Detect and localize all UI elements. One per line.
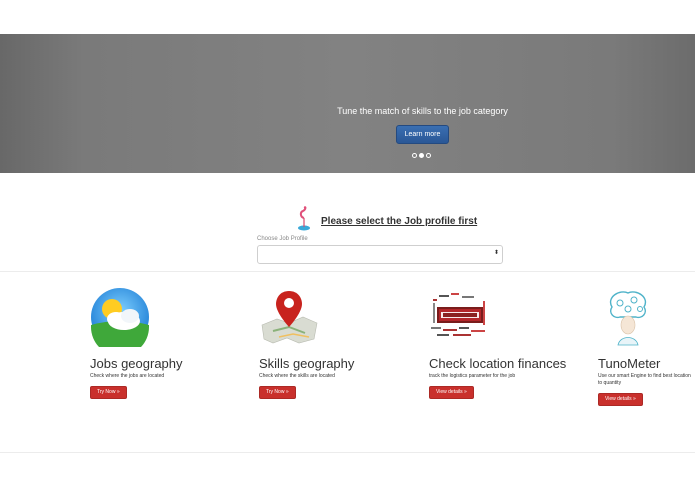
feature-title: Jobs geography	[90, 356, 183, 371]
job-profile-header: Please select the Job profile first	[297, 206, 477, 232]
select-arrows-icon: ⬍	[493, 250, 499, 256]
divider-top	[0, 271, 695, 272]
feature-title: Check location finances	[429, 356, 567, 371]
job-profile-label: Choose Job Profile	[257, 236, 308, 242]
carousel-dot-1[interactable]	[412, 153, 417, 158]
carousel-indicators	[412, 153, 431, 158]
page: Tune the match of skills to the job cate…	[0, 0, 695, 494]
job-profile-title[interactable]: Please select the Job profile first	[321, 216, 477, 227]
divider-bottom	[0, 452, 695, 453]
feature-description: Use our smart Engine to find best locati…	[598, 373, 691, 386]
feature-tunometer: TunoMeter Use our smart Engine to find b…	[598, 287, 695, 406]
feature-description: track the logistics parameter for the jo…	[429, 373, 516, 379]
hero-carousel	[0, 34, 695, 173]
sun-cloud-icon	[91, 288, 149, 356]
feature-check-location-finances: Check location finances track the logist…	[429, 287, 594, 399]
feature-title: Skills geography	[259, 356, 355, 371]
map-pin-icon	[261, 291, 318, 344]
job-profile-select[interactable]: ⬍	[257, 245, 503, 264]
carousel-dot-3[interactable]	[426, 153, 431, 158]
feature-description: Check where the skills are located	[259, 373, 335, 379]
carousel-dot-2[interactable]	[419, 153, 424, 158]
feature-skills-geography: Skills geography Check where the skills …	[259, 287, 424, 399]
view-details-button[interactable]: View details »	[429, 385, 474, 399]
feature-description: Check where the jobs are located	[90, 373, 165, 379]
try-now-button[interactable]: Try Now »	[90, 385, 127, 399]
head-tree-icon	[609, 291, 647, 346]
try-now-button[interactable]: Try Now »	[259, 385, 296, 399]
flamingo-pin-icon	[298, 206, 310, 231]
keywords-cloud-icon	[431, 293, 485, 336]
learn-more-button[interactable]: Learn more	[396, 125, 449, 144]
hero-caption: Tune the match of skills to the job cate…	[337, 106, 508, 116]
feature-jobs-geography: Jobs geography Check where the jobs are …	[90, 287, 255, 399]
view-details-button[interactable]: View details »	[598, 392, 643, 406]
feature-title: TunoMeter	[598, 356, 661, 371]
